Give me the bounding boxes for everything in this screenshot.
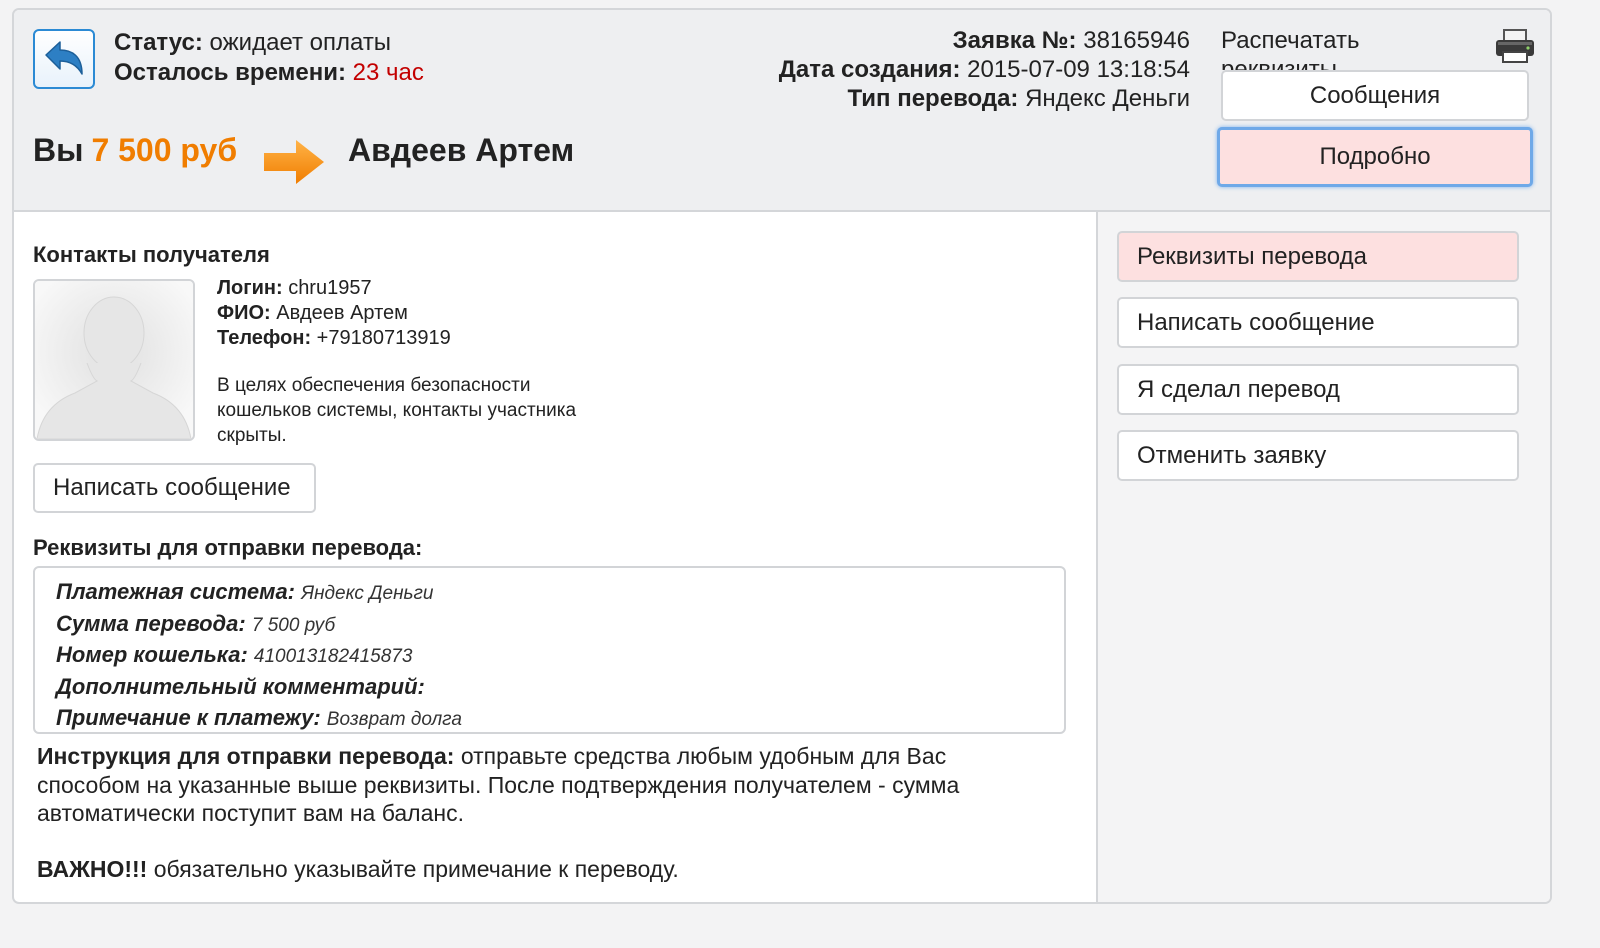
status-block: Статус: ожидает оплаты Осталось времени:… [114, 28, 424, 88]
login-value: chru1957 [288, 277, 372, 299]
wallet-label: Номер кошелька: [56, 642, 248, 667]
status-label: Статус: [114, 29, 203, 56]
printer-icon[interactable] [1494, 28, 1536, 64]
details-button[interactable]: Подробно [1217, 127, 1533, 187]
order-header: Статус: ожидает оплаты Осталось времени:… [14, 10, 1550, 212]
transfer-amount: 7 500 руб [91, 132, 238, 168]
created-date-label: Дата создания: [778, 56, 961, 83]
print-requisites-link[interactable]: Распечатать реквизиты [1221, 26, 1371, 70]
avatar-placeholder-icon [35, 281, 193, 439]
created-date-value: 2015-07-09 13:18:54 [967, 56, 1190, 83]
main-content: Контакты получателя Логин: chru1957 ФИО:… [14, 212, 1096, 902]
note-label: Примечание к платежу: [56, 705, 321, 730]
comment-label: Дополнительный комментарий: [56, 673, 425, 699]
messages-button[interactable]: Сообщения [1221, 70, 1529, 121]
sidebar-item-write-message[interactable]: Написать сообщение [1117, 297, 1519, 348]
actions-sidebar: Реквизиты перевода Написать сообщение Я … [1096, 212, 1550, 902]
recipient-name: Авдеев Артем [348, 132, 575, 168]
transfer-summary: Вы 7 500 руб [33, 132, 237, 169]
sidebar-item-transfer-done[interactable]: Я сделал перевод [1117, 364, 1519, 415]
order-number-value: 38165946 [1083, 27, 1190, 54]
write-message-button[interactable]: Написать сообщение [33, 463, 316, 513]
status-value: ожидает оплаты [209, 29, 392, 56]
sum-value: 7 500 руб [251, 614, 336, 636]
sum-label: Сумма перевода: [56, 610, 246, 636]
sidebar-item-requisites[interactable]: Реквизиты перевода [1117, 231, 1519, 282]
arrow-right-icon [264, 140, 324, 184]
payment-system-label: Платежная система: [56, 579, 296, 604]
avatar [33, 279, 195, 441]
order-info: Заявка №: 38165946 Дата создания: 2015-0… [779, 26, 1190, 113]
transfer-type-label: Тип перевода: [847, 85, 1019, 112]
sidebar-item-cancel-order[interactable]: Отменить заявку [1117, 430, 1519, 481]
payment-system-value: Яндекс Деньги [301, 583, 434, 604]
wallet-value: 410013182415873 [253, 646, 413, 667]
login-label: Логин: [217, 277, 283, 299]
important-note: ВАЖНО!!! обязательно указывайте примечан… [37, 855, 679, 883]
order-card: Статус: ожидает оплаты Осталось времени:… [12, 8, 1552, 904]
instruction-text: Инструкция для отправки перевода: отправ… [37, 742, 1047, 828]
phone-label: Телефон: [217, 327, 312, 349]
transfer-type-value: Яндекс Деньги [1025, 85, 1190, 112]
important-text: обязательно указывайте примечание к пере… [153, 856, 679, 882]
time-left-value: 23 час [352, 59, 424, 86]
requisites-box: Платежная система: Яндекс Деньги Сумма п… [33, 566, 1066, 734]
name-value: Авдеев Артем [276, 302, 408, 324]
contacts-title: Контакты получателя [33, 242, 270, 267]
instruction-label: Инструкция для отправки перевода: [37, 743, 455, 769]
order-number-label: Заявка №: [952, 27, 1077, 54]
requisites-title: Реквизиты для отправки перевода: [33, 535, 423, 560]
privacy-note: В целях обеспечения безопасности кошельк… [217, 375, 577, 446]
phone-value: +79180713919 [316, 327, 451, 349]
important-label: ВАЖНО!!! [37, 856, 148, 882]
name-label: ФИО: [217, 302, 271, 324]
note-value: Возврат долга [326, 709, 462, 730]
time-left-label: Осталось времени: [114, 59, 346, 86]
back-arrow-icon [45, 41, 83, 75]
you-label: Вы [33, 132, 84, 168]
contact-info: Логин: chru1957 ФИО: Авдеев Артем Телефо… [217, 276, 451, 351]
back-button[interactable] [33, 29, 95, 89]
